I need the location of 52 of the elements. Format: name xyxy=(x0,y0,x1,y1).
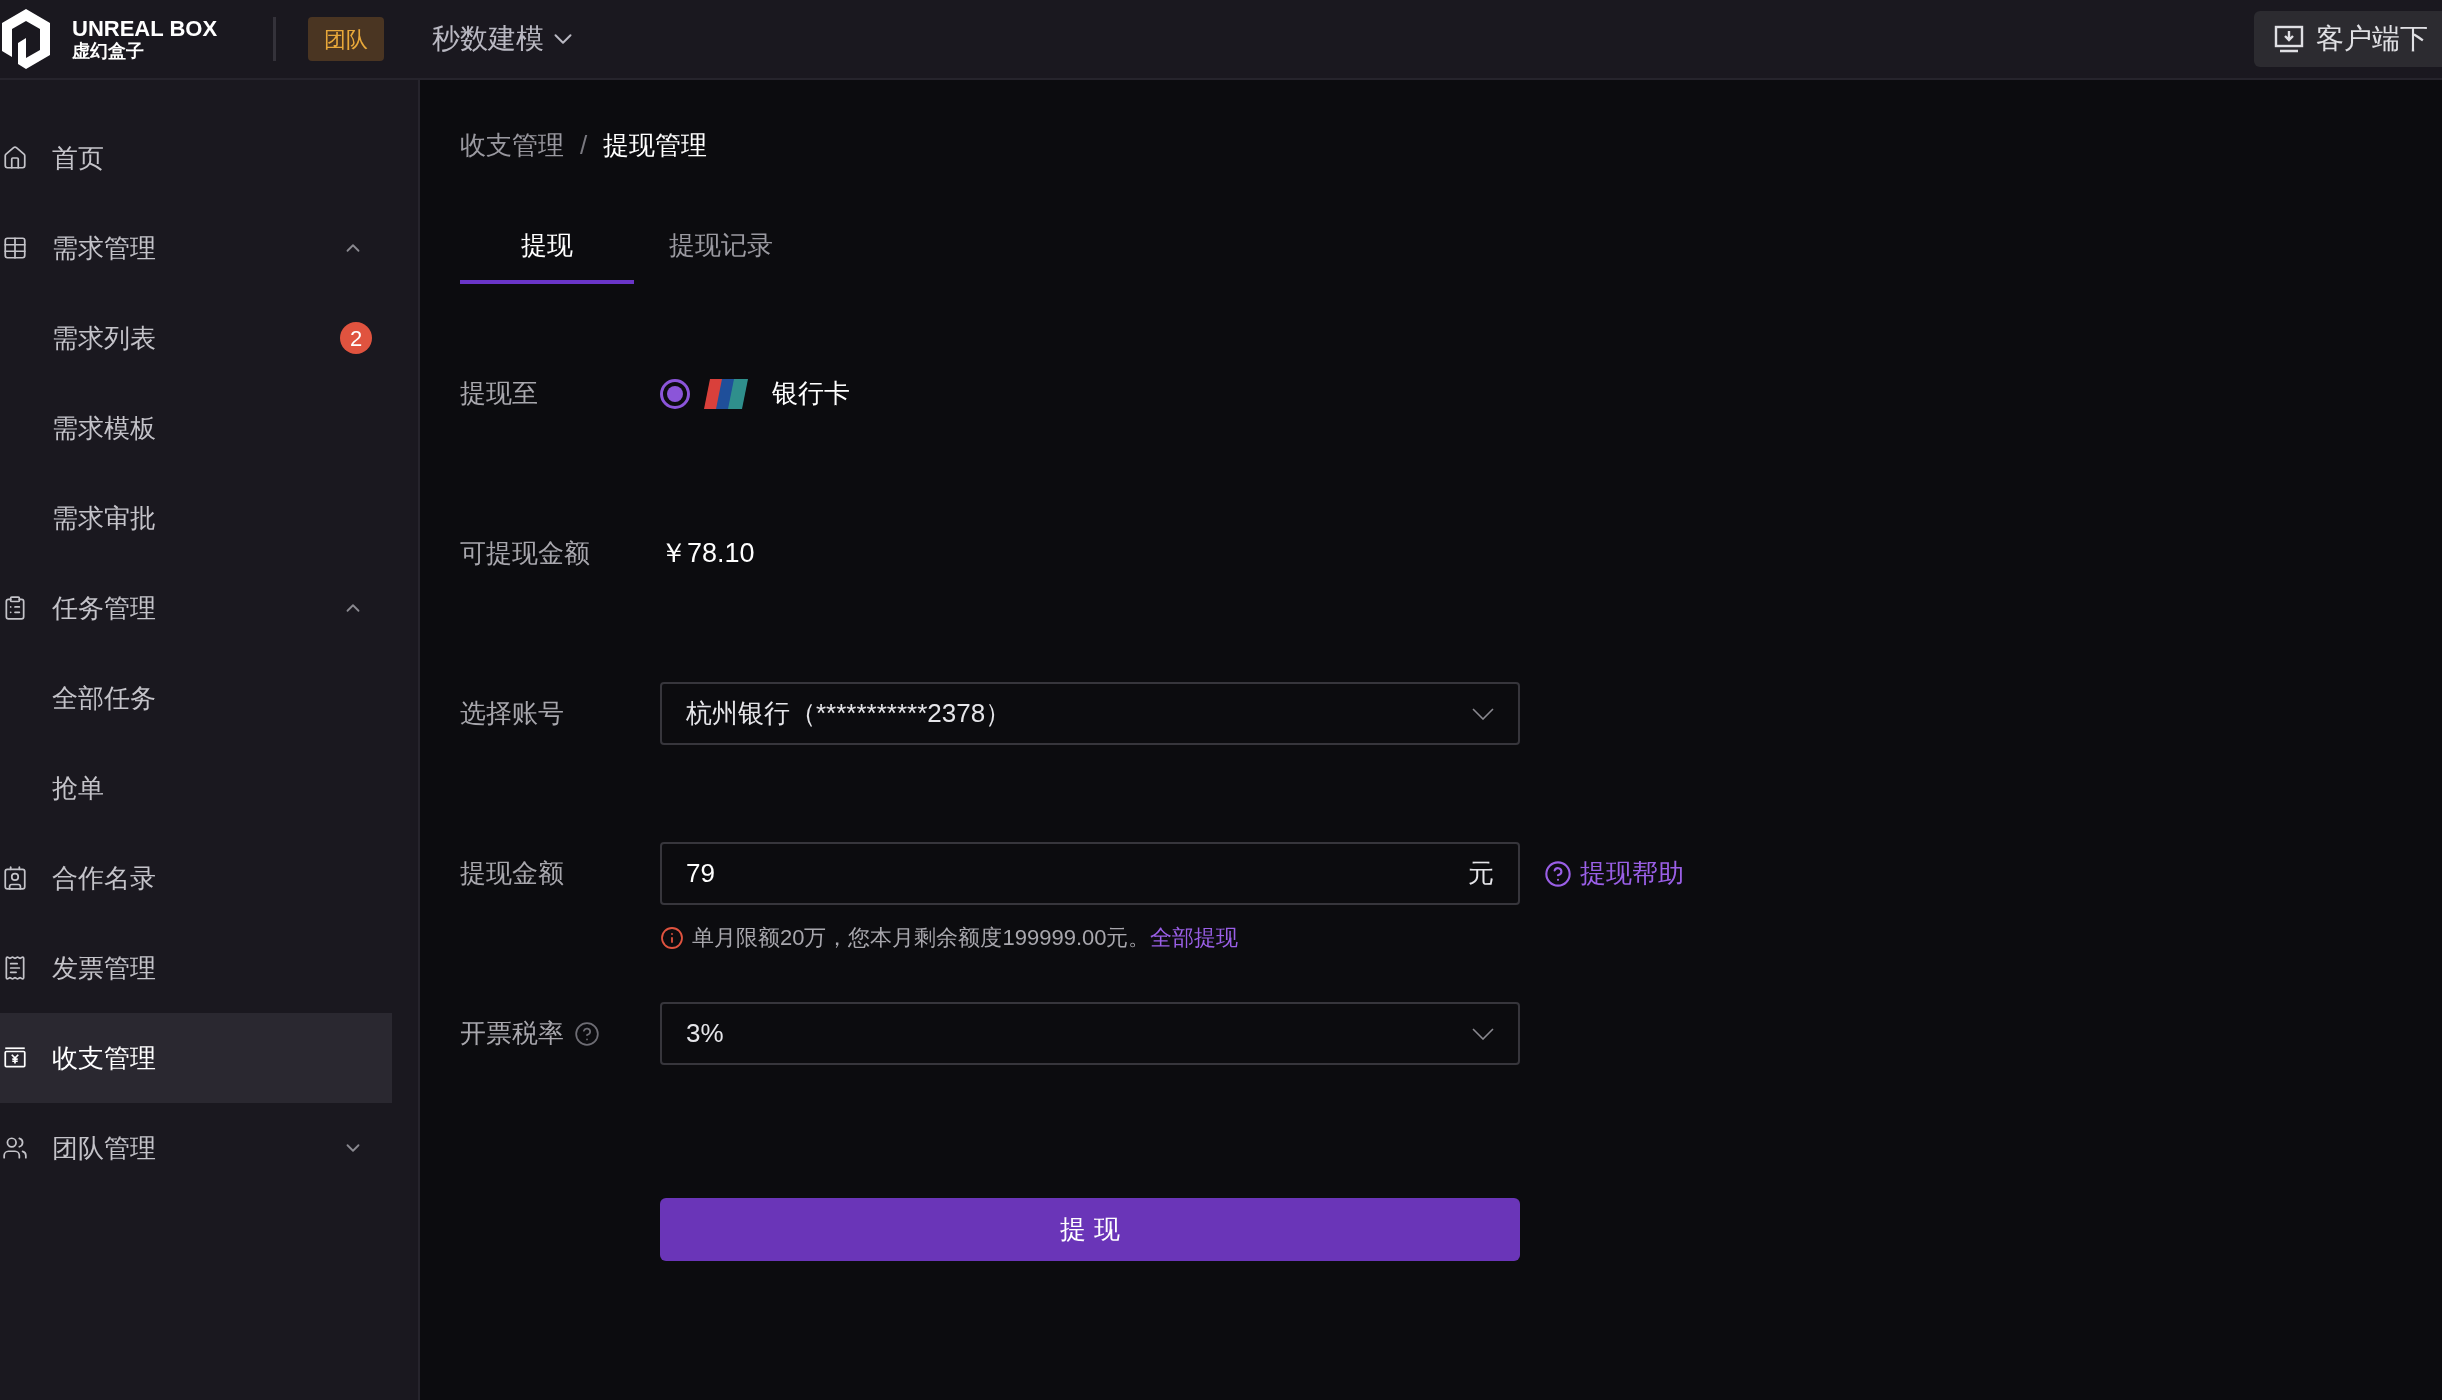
form-label: 可提现金额 xyxy=(460,537,590,570)
radio-option[interactable]: 银行卡 xyxy=(660,374,850,413)
sidebar-item[interactable]: 收支管理 xyxy=(0,1013,392,1103)
sidebar-subitem[interactable]: 需求列表 2 xyxy=(0,293,392,383)
info-icon xyxy=(660,925,684,950)
tab[interactable]: 提现记录 xyxy=(634,222,808,284)
submit-button[interactable]: 提 现 xyxy=(660,1198,1520,1261)
breadcrumb-item: 提现管理 xyxy=(603,128,708,162)
sidebar-item[interactable]: 合作名录 xyxy=(0,833,392,923)
sidebar-item[interactable]: 首页 xyxy=(0,113,392,203)
receipt-icon xyxy=(2,955,28,981)
logo-icon xyxy=(0,7,52,71)
clipboard-icon xyxy=(2,595,28,621)
contact-book-icon xyxy=(2,865,28,891)
sidebar-subitem[interactable]: 需求审批 xyxy=(0,473,392,563)
brand-title: UNREAL BOX xyxy=(72,18,218,40)
breadcrumb-item[interactable]: 收支管理 xyxy=(460,125,564,165)
download-monitor-icon xyxy=(2274,24,2304,54)
users-icon xyxy=(2,1135,28,1161)
project-dropdown[interactable]: 秒数建模 xyxy=(432,18,579,60)
count-badge: 2 xyxy=(340,322,372,354)
table-icon xyxy=(2,235,28,261)
select-field[interactable]: 3% xyxy=(660,1002,1520,1065)
form-label: 提现金额 xyxy=(460,857,564,890)
sidebar-subitem[interactable]: 需求模板 xyxy=(0,383,392,473)
brand-subtitle: 虚幻盒子 xyxy=(72,42,145,60)
available-amount: ￥78.10 xyxy=(660,537,755,571)
team-badge: 团队 xyxy=(308,17,385,61)
tab[interactable]: 提现 xyxy=(460,222,634,284)
chevron-down-icon xyxy=(1472,1027,1494,1040)
yen-box-icon xyxy=(2,1045,28,1071)
sidebar-item[interactable]: 团队管理 xyxy=(0,1103,392,1193)
withdraw-all-link[interactable]: 全部提现 xyxy=(1150,925,1239,950)
sidebar-item[interactable]: 任务管理 xyxy=(0,563,392,653)
sidebar-item[interactable]: 发票管理 xyxy=(0,923,392,1013)
limit-hint: 单月限额20万，您本月剩余额度199999.00元。全部提现 xyxy=(692,924,1239,952)
home-icon xyxy=(2,145,28,171)
sidebar-subitem[interactable]: 全部任务 xyxy=(0,653,392,743)
help-link[interactable]: 提现帮助 xyxy=(1544,854,1684,893)
form-label: 选择账号 xyxy=(460,697,564,730)
bank-card-logo-icon xyxy=(704,378,748,409)
sidebar-subitem[interactable]: 抢单 xyxy=(0,743,392,833)
amount-input[interactable]: 79 元 xyxy=(660,842,1520,905)
chevron-down-icon xyxy=(1472,707,1494,720)
radio-button[interactable] xyxy=(660,378,690,409)
client-download-button[interactable]: 客户端下 xyxy=(2254,11,2442,67)
form-label: 开票税率 xyxy=(460,1017,564,1050)
help-icon xyxy=(1544,859,1572,888)
select-field[interactable]: 杭州银行（***********2378） xyxy=(660,682,1520,745)
breadcrumb-separator: / xyxy=(580,128,588,162)
sidebar-item[interactable]: 需求管理 xyxy=(0,203,392,293)
form-label: 提现至 xyxy=(460,377,538,410)
